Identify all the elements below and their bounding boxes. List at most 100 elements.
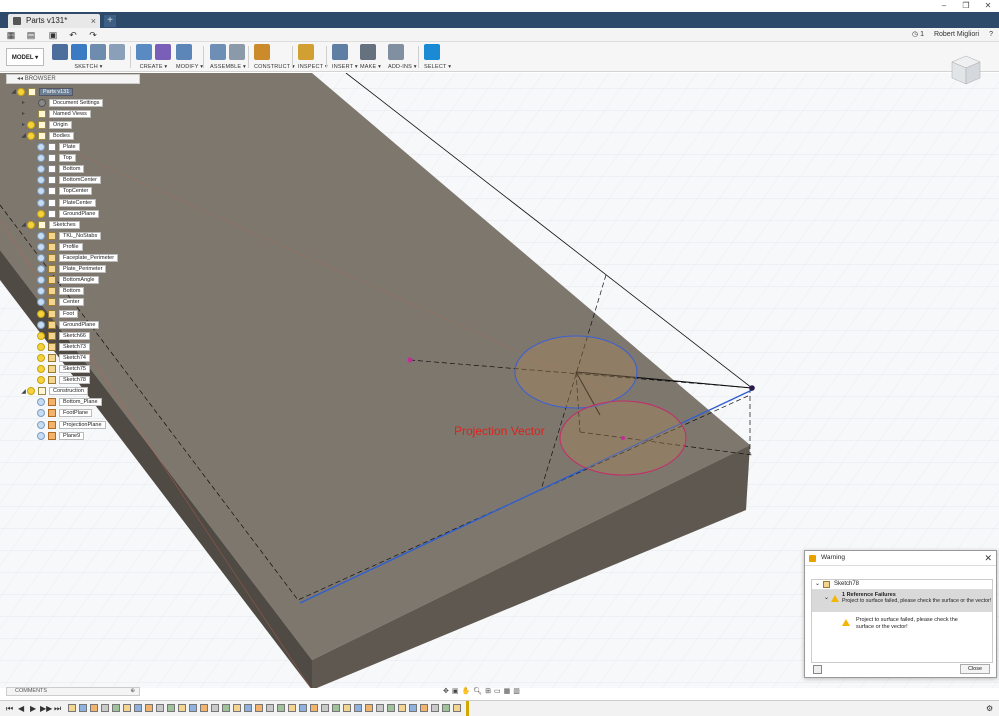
timeline-feature-icon[interactable] [431, 704, 439, 712]
timeline-feature-icon[interactable] [343, 704, 351, 712]
chevron-down-icon[interactable]: ⌄ [824, 594, 829, 601]
close-icon[interactable]: ✕ [984, 551, 992, 565]
look-at-icon[interactable]: ▣ [452, 687, 459, 695]
timeline-feature-icon[interactable] [145, 704, 153, 712]
browser-item[interactable]: Plane9 [30, 431, 85, 440]
visibility-bulb-icon[interactable] [37, 420, 45, 429]
timeline-feature-icon[interactable] [288, 704, 296, 712]
visibility-bulb-icon[interactable] [37, 265, 45, 274]
timeline-end-button[interactable]: ⏭ [54, 704, 61, 714]
browser-item[interactable]: ▸ Origin [20, 120, 72, 129]
browser-item[interactable]: Profile [30, 242, 83, 251]
sketch-circle-blue[interactable] [514, 335, 638, 409]
toolbar-group-label[interactable]: ASSEMBLE ▾ [210, 64, 246, 70]
toolbar-tool-icon[interactable] [109, 44, 125, 60]
visibility-bulb-icon[interactable] [37, 176, 45, 185]
visibility-bulb-icon[interactable] [37, 431, 45, 440]
viewcube[interactable] [948, 52, 984, 88]
browser-item[interactable]: Sketch74 [30, 353, 90, 362]
save-icon[interactable]: ▣ [48, 30, 58, 40]
file-icon[interactable]: ▤ [26, 30, 36, 40]
timeline-feature-icon[interactable] [211, 704, 219, 712]
display-settings-icon[interactable]: ▭ [494, 687, 501, 695]
chevron-down-icon[interactable]: ⌄ [815, 580, 820, 589]
copy-icon[interactable] [813, 665, 822, 674]
timeline-prev-button[interactable]: ◀ [18, 704, 24, 713]
visibility-bulb-icon[interactable] [37, 409, 45, 418]
toolbar-tool-icon[interactable] [210, 44, 226, 60]
timeline-feature-icon[interactable] [299, 704, 307, 712]
expand-toggle-icon[interactable]: ◢ [10, 88, 17, 95]
timeline-feature-icon[interactable] [178, 704, 186, 712]
toolbar-tool-icon[interactable] [298, 44, 314, 60]
toolbar-tool-icon[interactable] [388, 44, 404, 60]
sketch-entry-row[interactable]: ⌄ Sketch78 [812, 580, 992, 590]
timeline-feature-icon[interactable] [310, 704, 318, 712]
comments-toggle-icon[interactable]: ⊕ [130, 688, 135, 695]
toolbar-group-label[interactable]: MODIFY ▾ [176, 64, 203, 70]
browser-item[interactable]: BottomCenter [30, 176, 101, 185]
toolbar-group-label[interactable]: SELECT ▾ [424, 64, 451, 70]
timeline-feature-icon[interactable] [101, 704, 109, 712]
timeline-feature-icon[interactable] [321, 704, 329, 712]
visibility-bulb-icon[interactable] [37, 309, 45, 318]
timeline-feature-icon[interactable] [156, 704, 164, 712]
close-button[interactable]: Close [960, 664, 990, 674]
visibility-bulb-icon[interactable] [37, 165, 45, 174]
timeline-feature-icon[interactable] [332, 704, 340, 712]
timeline-feature-icon[interactable] [409, 704, 417, 712]
collapse-icon[interactable]: ◂◂ [17, 76, 25, 82]
toolbar-tool-icon[interactable] [254, 44, 270, 60]
toolbar-group-label[interactable]: CONSTRUCT ▾ [254, 64, 295, 70]
browser-item[interactable]: GroundPlane [30, 209, 100, 218]
toolbar-group-label[interactable]: INSPECT ▾ [298, 64, 328, 70]
visibility-bulb-icon[interactable] [37, 320, 45, 329]
timeline-feature-icon[interactable] [420, 704, 428, 712]
timeline-play-button[interactable]: ▶ [30, 704, 36, 713]
visibility-bulb-icon[interactable] [37, 287, 45, 296]
sketch-point-right[interactable] [749, 385, 755, 391]
timeline-feature-icon[interactable] [453, 704, 461, 712]
visibility-bulb-icon[interactable] [37, 143, 45, 151]
timeline-feature-icon[interactable] [90, 704, 98, 712]
toolbar-tool-icon[interactable] [155, 44, 171, 60]
viewports-icon[interactable]: ▥ [513, 687, 520, 695]
document-tab[interactable]: Parts v131* × [8, 14, 100, 28]
expand-toggle-icon[interactable]: ◢ [20, 221, 27, 228]
browser-item[interactable]: BottomAngle [30, 276, 99, 285]
browser-item[interactable]: TKL_NoStabs [30, 231, 102, 240]
visibility-bulb-icon[interactable] [37, 398, 45, 407]
timeline-feature-icon[interactable] [79, 704, 87, 712]
expand-toggle-icon[interactable]: ◢ [20, 132, 27, 139]
zoom-icon[interactable]: 🔍︎ [473, 687, 482, 695]
visibility-bulb-icon[interactable] [27, 220, 35, 229]
browser-item[interactable]: TopCenter [30, 187, 93, 196]
visibility-bulb-icon[interactable] [37, 154, 45, 163]
timeline-feature-icon[interactable] [442, 704, 450, 712]
browser-item[interactable]: Foot [30, 309, 79, 318]
timeline-feature-icon[interactable] [68, 704, 76, 712]
timeline-feature-icon[interactable] [255, 704, 263, 712]
sketch-point-left[interactable] [407, 357, 413, 363]
redo-icon[interactable]: ↷ [88, 30, 98, 40]
visibility-bulb-icon[interactable] [37, 231, 45, 240]
browser-item[interactable]: Sketch73 [30, 342, 90, 351]
sketch-point-center[interactable] [621, 436, 625, 440]
visibility-bulb-icon[interactable] [37, 298, 45, 307]
toolbar-tool-icon[interactable] [424, 44, 440, 60]
browser-item[interactable]: ◢ Construction [20, 387, 88, 396]
browser-item[interactable]: FootPlane [30, 409, 93, 418]
browser-item[interactable]: Bottom [30, 165, 85, 174]
toolbar-tool-icon[interactable] [52, 44, 68, 60]
timeline-feature-icon[interactable] [244, 704, 252, 712]
browser-item[interactable]: PlateCenter [30, 198, 97, 207]
app-grid-icon[interactable]: ▦ [6, 30, 16, 40]
visibility-bulb-icon[interactable] [37, 242, 45, 251]
fit-icon[interactable]: ⊞ [485, 687, 491, 695]
new-tab-button[interactable]: + [104, 15, 116, 27]
restore-button[interactable]: ❐ [955, 0, 977, 12]
timeline-feature-icon[interactable] [189, 704, 197, 712]
expand-toggle-icon[interactable]: ▸ [20, 121, 27, 128]
visibility-bulb-icon[interactable] [27, 120, 35, 129]
close-icon[interactable]: × [91, 14, 96, 28]
